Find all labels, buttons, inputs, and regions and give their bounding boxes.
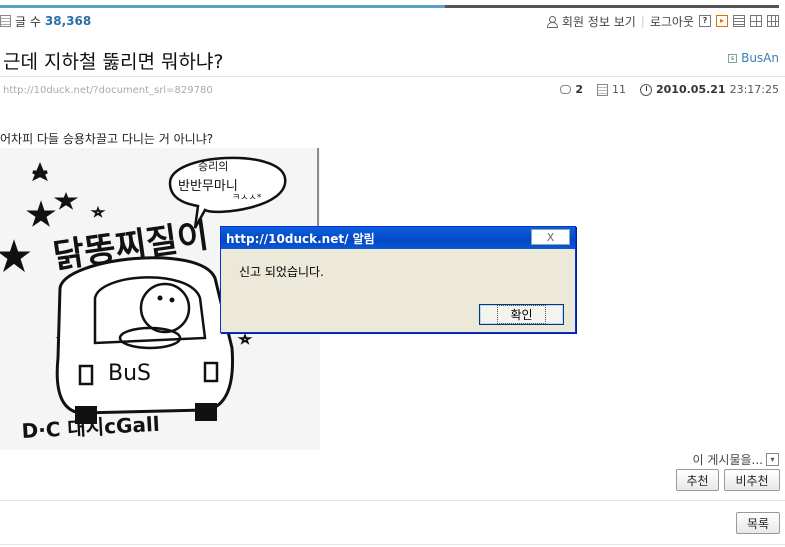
view-count: 11 [612, 83, 626, 96]
post-date: 2010.05.21 [656, 83, 726, 96]
dialog-ok-button[interactable]: 확인 [479, 304, 564, 325]
views-icon [597, 83, 608, 96]
plate-text: BuS [108, 361, 151, 386]
svg-text:ㅋㅅㅅ*: ㅋㅅㅅ* [232, 193, 262, 203]
close-icon: X [546, 230, 555, 244]
webzine-view-icon[interactable] [750, 15, 762, 27]
not-recommend-button[interactable]: 비추천 [724, 469, 780, 491]
post-count: 글 수 38,368 [0, 12, 91, 30]
member-info-link[interactable]: 회원 정보 보기 [562, 13, 636, 30]
gallery-view-icon[interactable] [767, 15, 779, 27]
dialog-message: 신고 되었습니다. [239, 265, 324, 279]
clock-icon [640, 83, 652, 96]
author-name[interactable]: BusAn [741, 51, 779, 65]
comment-icon [560, 85, 572, 94]
dialog-body: 신고 되었습니다. 확인 [221, 249, 575, 333]
document-icon [0, 15, 11, 27]
person-icon [546, 15, 558, 28]
comment-count: 2 [575, 83, 583, 96]
post-author[interactable]: s BusAn [728, 51, 779, 65]
divider [0, 76, 785, 77]
post-count-label: 글 수 [15, 14, 41, 29]
speech-text: 승리의 [198, 160, 228, 173]
top-accent-bar [0, 0, 785, 9]
report-icon[interactable]: ▾ [766, 453, 779, 466]
divider [0, 500, 785, 501]
member-badge-icon: s [728, 53, 738, 63]
list-view-icon[interactable] [733, 15, 745, 27]
driver-head [139, 282, 191, 334]
divider [0, 544, 785, 545]
rss-icon[interactable]: ▸ [716, 15, 728, 27]
post-body: 어차피 다들 승용차끌고 다니는 거 아니냐? [0, 132, 214, 146]
dialog-close-button[interactable]: X [531, 229, 570, 245]
post-count-value: 38,368 [44, 14, 92, 28]
svg-text:반반무마니: 반반무마니 [178, 179, 238, 194]
dialog-title: http://10duck.net/ 알림 [226, 231, 375, 246]
post-meta: 2 11 2010.05.21 23:17:25 [560, 83, 779, 96]
dialog-ok-label: 확인 [497, 305, 546, 324]
top-accent-blue [0, 5, 445, 8]
menu-separator: | [640, 14, 645, 28]
alert-dialog: http://10duck.net/ 알림 X 신고 되었습니다. 확인 [220, 226, 576, 333]
report-menu[interactable]: 이 게시물을... ▾ [693, 451, 779, 468]
post-url[interactable]: http://10duck.net/?document_srl=829780 [3, 85, 213, 96]
dialog-titlebar[interactable]: http://10duck.net/ 알림 X [221, 227, 575, 249]
post-time: 23:17:25 [729, 83, 779, 96]
user-menu: 회원 정보 보기 | 로그아웃 ? ▸ [546, 12, 779, 30]
help-icon[interactable]: ? [699, 15, 711, 27]
top-accent-dark [445, 5, 779, 8]
logout-link[interactable]: 로그아웃 [650, 13, 694, 30]
recommend-button[interactable]: 추천 [676, 469, 719, 491]
post-title: 근데 지하철 뚫리면 뭐하냐? [3, 51, 224, 73]
report-label[interactable]: 이 게시물을... [693, 451, 763, 468]
list-button[interactable]: 목록 [736, 512, 780, 534]
